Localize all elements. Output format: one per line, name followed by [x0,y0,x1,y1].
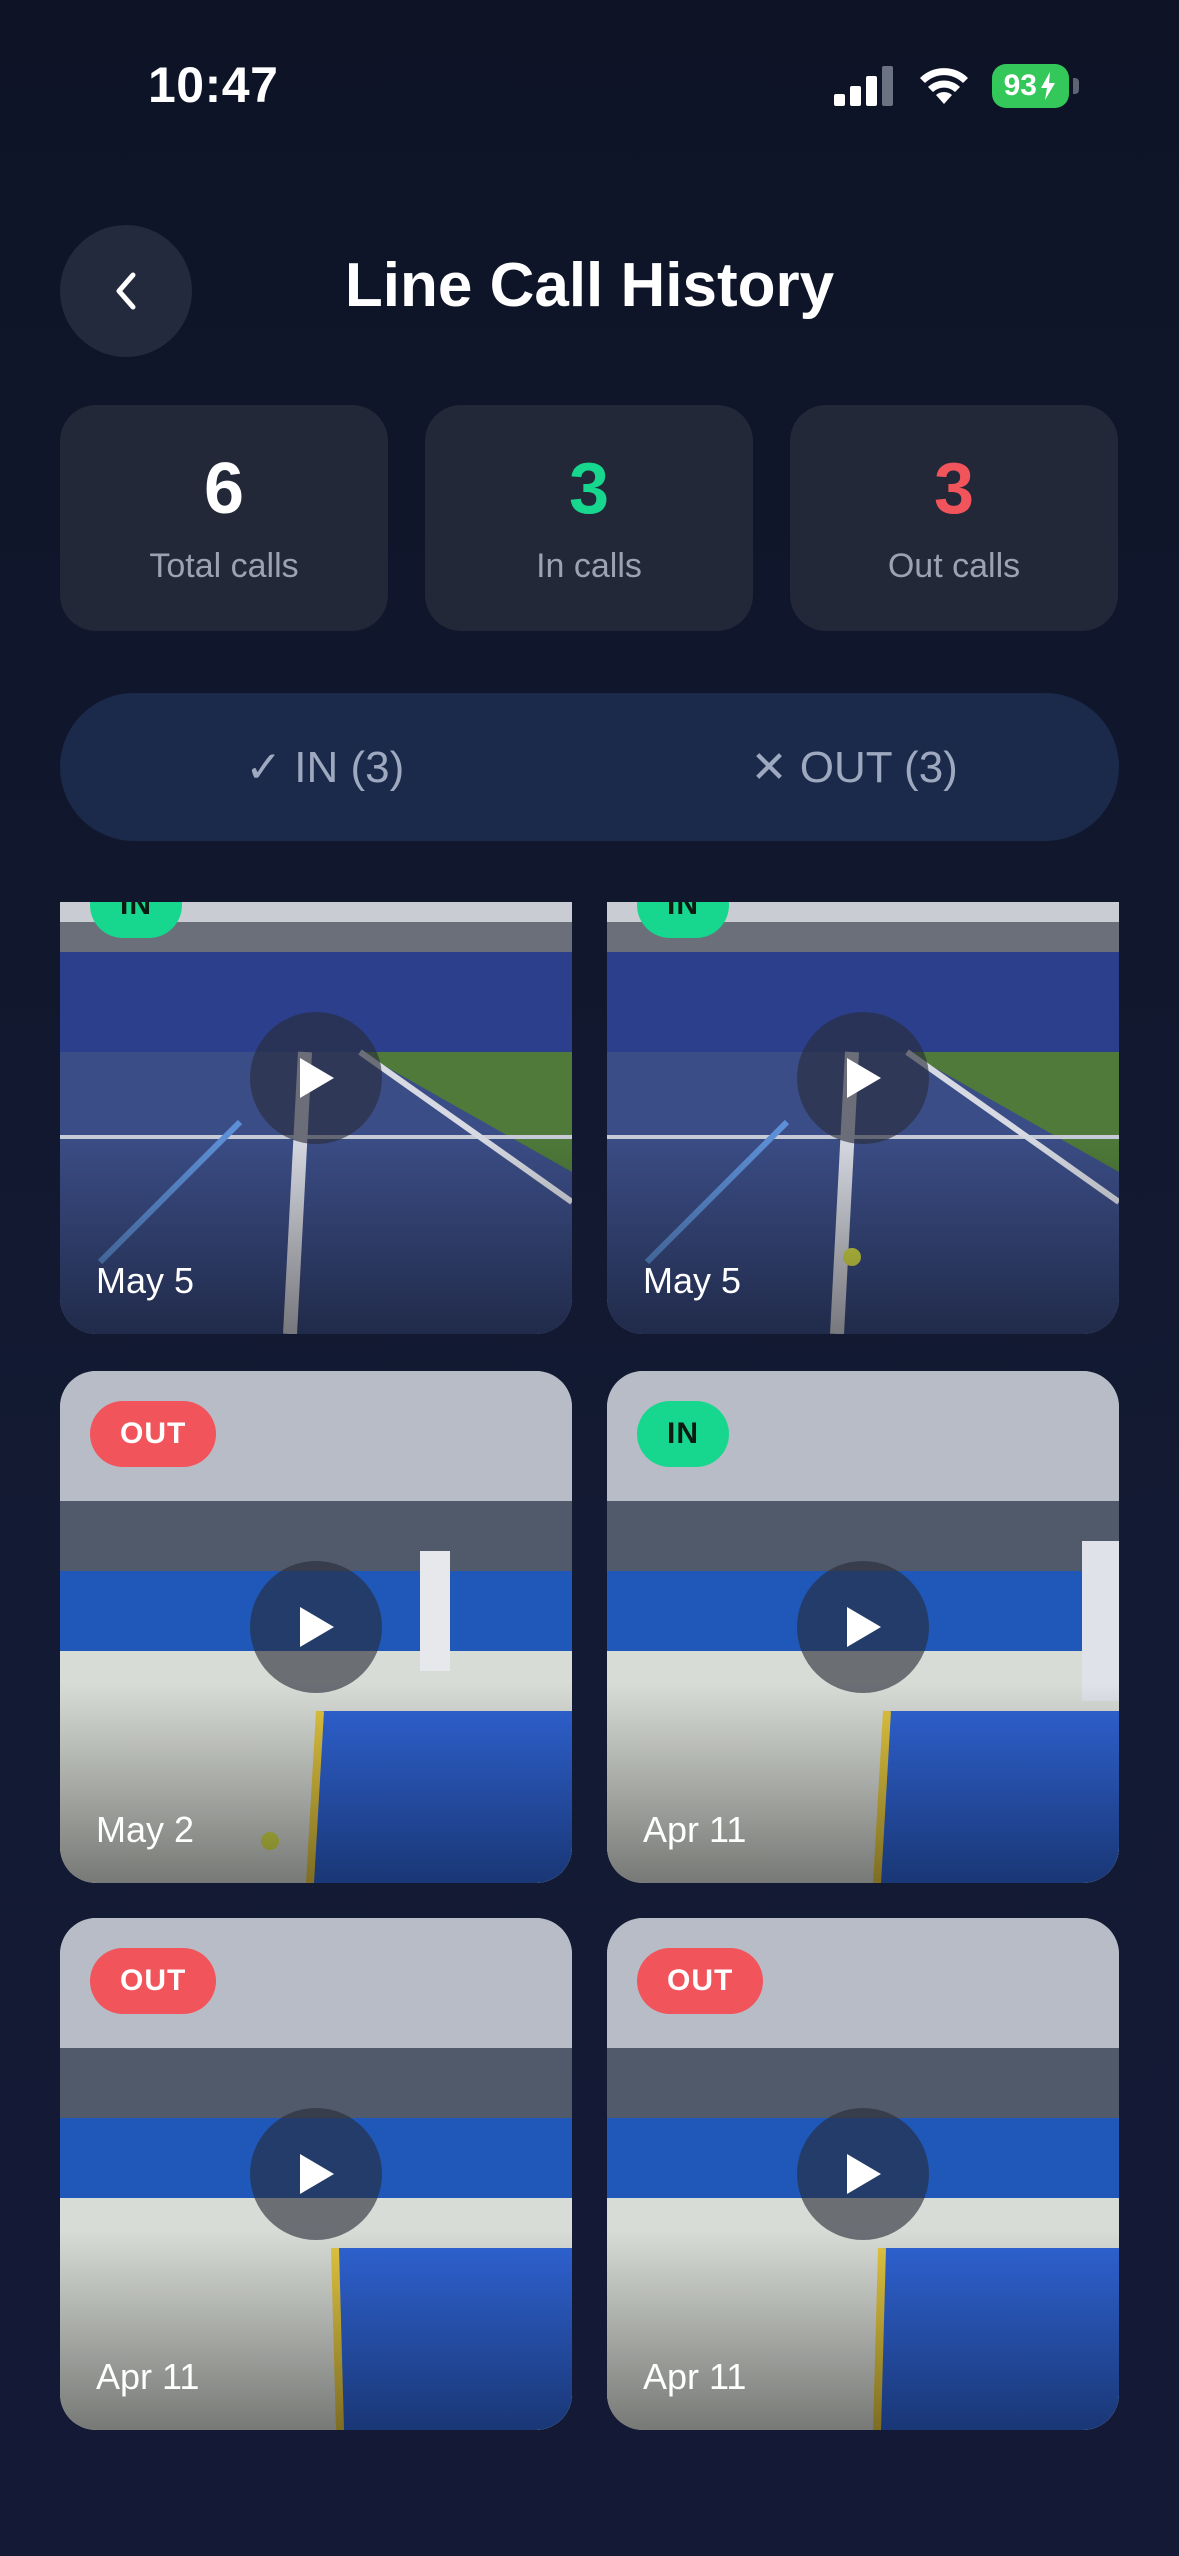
card-gradient [60,1683,572,1883]
clip-card[interactable]: IN May 5 [607,902,1119,1334]
battery-indicator: 93 [991,64,1069,108]
stat-label-total: Total calls [149,547,299,585]
clip-card[interactable]: IN May 5 [60,902,572,1334]
play-button[interactable] [250,2108,382,2240]
status-bar: 10:47 93 [0,0,1179,175]
play-icon [847,1058,881,1098]
clip-date: May 5 [96,1260,195,1301]
play-icon [847,1607,881,1647]
card-gradient [60,1134,572,1334]
clip-card[interactable]: OUT Apr 11 [60,1918,572,2430]
play-icon [847,2154,881,2194]
filter-tab-in[interactable]: ✓ IN (3) [60,693,590,841]
clip-date: May 5 [643,1260,742,1301]
cellular-signal-icon [833,66,893,106]
call-badge-out: OUT [90,1948,217,2014]
stat-label-out: Out calls [887,547,1021,585]
stat-value-in: 3 [568,449,610,529]
clip-date: Apr 11 [96,2356,200,2397]
page-title: Line Call History [344,251,835,320]
call-badge-out: OUT [637,1948,764,2014]
card-gradient [607,1683,1119,1883]
status-time: 10:47 [148,57,279,113]
clip-date: Apr 11 [643,2356,747,2397]
clips-grid: IN May 5 IN May 5 OUT May 2 IN Apr 11 OU… [0,902,1179,2556]
call-badge-in: IN [637,1401,729,1467]
card-gradient [607,2230,1119,2430]
charging-bolt-icon [1041,72,1055,100]
card-gradient [60,2230,572,2430]
clip-date: Apr 11 [643,1809,747,1850]
stat-card-out: 3 Out calls [790,405,1118,631]
call-badge-out: OUT [90,1401,217,1467]
card-gradient [607,1134,1119,1334]
stat-card-in: 3 In calls [425,405,753,631]
play-icon [300,1058,334,1098]
play-button[interactable] [797,1012,929,1144]
play-button[interactable] [250,1561,382,1693]
filter-segmented-control: ✓ IN (3) ✕ OUT (3) [60,693,1119,841]
battery-nub [1073,78,1079,94]
stat-value-total: 6 [203,449,245,529]
stat-card-total: 6 Total calls [60,405,388,631]
stat-value-out: 3 [933,449,975,529]
play-icon [300,1607,334,1647]
clip-card[interactable]: OUT May 2 [60,1371,572,1883]
play-icon [300,2154,334,2194]
play-button[interactable] [797,1561,929,1693]
clip-date: May 2 [96,1809,195,1850]
play-button[interactable] [250,1012,382,1144]
clip-card[interactable]: IN Apr 11 [607,1371,1119,1883]
play-button[interactable] [797,2108,929,2240]
wifi-icon [919,68,968,104]
clip-card[interactable]: OUT Apr 11 [607,1918,1119,2430]
stat-label-in: In calls [536,547,642,585]
battery-level: 93 [1003,69,1037,102]
status-icons: 93 [833,64,1079,108]
filter-tab-out[interactable]: ✕ OUT (3) [590,693,1120,841]
